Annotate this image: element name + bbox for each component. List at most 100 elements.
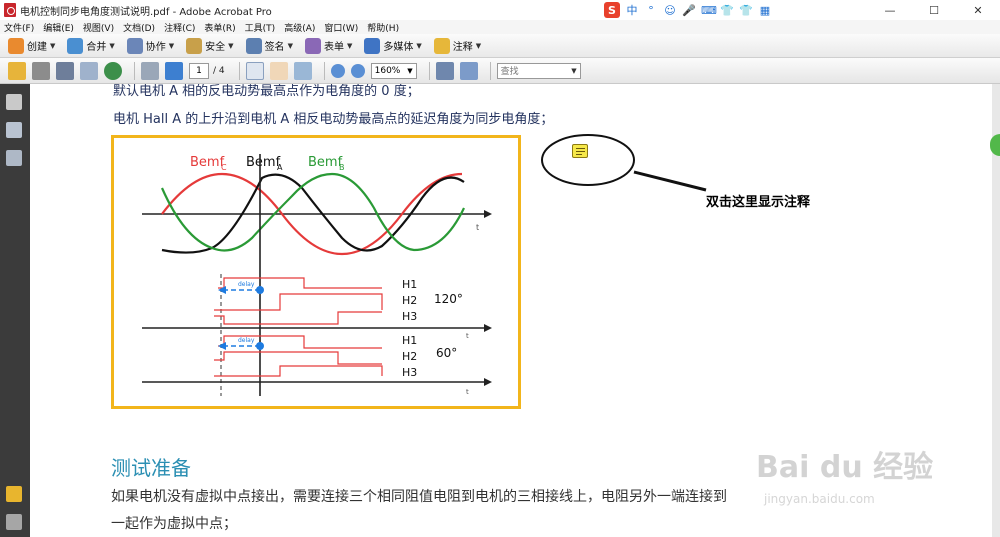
baidu-watermark: Bai du 经验 xyxy=(756,450,934,485)
ime-punct-icon[interactable]: ° xyxy=(644,4,658,17)
form-icon xyxy=(304,37,321,54)
comment-note-icon[interactable] xyxy=(572,144,588,158)
chevron-down-icon: ▼ xyxy=(287,41,293,50)
menu-comments[interactable]: 注释(C) xyxy=(160,21,200,34)
section-heading: 测试准备 xyxy=(111,456,191,480)
t-label: t xyxy=(466,332,469,340)
comments-panel-icon[interactable] xyxy=(6,486,22,502)
chevron-down-icon: ▼ xyxy=(109,41,115,50)
menu-view[interactable]: 视图(V) xyxy=(79,21,119,34)
secure-button[interactable]: 安全 ▼ xyxy=(186,37,234,54)
ime-skin-icon[interactable]: 👕 xyxy=(720,4,734,17)
find-input[interactable]: 查找 ▼ xyxy=(496,62,581,79)
toolbar-divider xyxy=(428,61,430,80)
doc-text-line2: 电机 Hall A 的上升沿到电机 A 相反电动势最高点的延迟角度为同步电角度； xyxy=(113,112,554,127)
sign-button[interactable]: 签名 ▼ xyxy=(245,37,293,54)
menu-file[interactable]: 文件(F) xyxy=(0,21,39,34)
signatures-icon[interactable] xyxy=(6,150,22,166)
bemf-c-label: Bemf xyxy=(190,155,225,170)
zoom-out-icon[interactable] xyxy=(330,63,345,78)
chevron-down-icon: ▼ xyxy=(571,66,577,75)
attachment-icon[interactable] xyxy=(6,514,22,530)
toolbar-divider xyxy=(489,61,491,80)
acrobat-app-icon xyxy=(4,3,16,17)
bemf-b-label: Bemf xyxy=(308,155,343,170)
bookmarks-icon[interactable] xyxy=(6,122,22,138)
select-text-icon[interactable] xyxy=(245,61,264,80)
prev-page-icon[interactable] xyxy=(141,61,159,80)
lock-icon xyxy=(186,37,203,54)
bemf-a-label: Bemf xyxy=(246,155,281,170)
arrow-icon xyxy=(484,210,492,218)
email-icon[interactable] xyxy=(80,61,98,80)
zoom-tool-icon[interactable] xyxy=(293,61,312,80)
ime-keyboard-icon[interactable]: ⌨ xyxy=(701,4,717,17)
arrow-icon xyxy=(218,286,226,294)
document-view[interactable]: 默认电机 A 相的反电动势最高点作为电角度的 0 度； 电机 Hall A 的上… xyxy=(30,84,992,537)
bemf-c-wave-pad xyxy=(162,174,222,198)
ime-voice-icon[interactable]: 🎤 xyxy=(682,4,696,17)
zoom-select[interactable]: 160% ▼ xyxy=(370,62,417,79)
fit-page-icon[interactable] xyxy=(435,61,454,80)
hand-tool-icon[interactable] xyxy=(269,61,288,80)
globe-icon[interactable] xyxy=(104,61,122,80)
ime-chinese-mode[interactable]: 中 xyxy=(625,2,639,18)
menu-help[interactable]: 帮助(H) xyxy=(363,21,404,34)
doc-text-line1: 默认电机 A 相的反电动势最高点作为电角度的 0 度； xyxy=(113,84,420,99)
next-page-icon[interactable] xyxy=(165,61,183,80)
menu-window[interactable]: 窗口(W) xyxy=(320,21,363,34)
h2-120-trace xyxy=(214,293,383,311)
ime-skin2-icon[interactable]: 👕 xyxy=(739,4,753,17)
comment-icon xyxy=(433,37,450,54)
close-button[interactable]: ✕ xyxy=(956,0,1000,20)
collaborate-button[interactable]: 协作 ▼ xyxy=(126,37,174,54)
save-icon[interactable] xyxy=(56,61,74,80)
multimedia-button[interactable]: 多媒体 ▼ xyxy=(364,37,422,54)
h1-label-60: H1 xyxy=(402,334,417,347)
ime-grid-icon[interactable]: ▦ xyxy=(758,4,772,17)
waveform-figure: t Bemf C Bemf A Bemf B H1 H2 H3 120° del… xyxy=(111,135,521,409)
zoom-in-icon[interactable] xyxy=(350,63,365,78)
bemf-a-sub: A xyxy=(277,163,283,172)
create-button[interactable]: 创建 ▼ xyxy=(8,37,55,54)
navigation-toolbar: 1 / 4 160% ▼ 查找 ▼ xyxy=(0,58,1000,84)
menu-document[interactable]: 文档(D) xyxy=(119,21,160,34)
arrow-icon xyxy=(484,378,492,386)
window-title: 电机控制同步电角度测试说明.pdf - Adobe Acrobat Pro xyxy=(20,6,272,18)
h3-120-trace xyxy=(214,311,382,325)
chevron-down-icon: ▼ xyxy=(407,66,413,75)
combine-button[interactable]: 合并 ▼ xyxy=(67,37,115,54)
menu-forms[interactable]: 表单(R) xyxy=(200,21,240,34)
minimize-button[interactable]: — xyxy=(868,0,912,20)
toolbar-divider xyxy=(323,61,325,80)
multimedia-icon xyxy=(364,37,381,54)
ime-toolbar[interactable]: S 中 ° ☺ 🎤 ⌨ 👕 👕 ▦ xyxy=(604,2,772,18)
t-label: t xyxy=(466,388,469,396)
comment-button[interactable]: 注释 ▼ xyxy=(433,37,481,54)
callout-line xyxy=(633,170,707,192)
open-folder-icon[interactable] xyxy=(8,61,26,80)
title-bar: 电机控制同步电角度测试说明.pdf - Adobe Acrobat Pro xyxy=(0,0,1000,20)
menu-advanced[interactable]: 高级(A) xyxy=(280,21,320,34)
chevron-down-icon: ▼ xyxy=(416,41,422,50)
t-label: t xyxy=(476,223,479,232)
pages-icon[interactable] xyxy=(6,94,22,110)
doc-paragraph-line2: 一起作为虚拟中点； xyxy=(111,516,237,532)
page-number-input[interactable]: 1 xyxy=(189,62,209,79)
create-icon xyxy=(8,37,24,54)
sogou-logo-icon[interactable]: S xyxy=(604,2,620,18)
ime-emoji-icon[interactable]: ☺ xyxy=(663,4,677,17)
maximize-button[interactable]: ☐ xyxy=(912,0,956,20)
pen-icon xyxy=(245,37,262,54)
annotation-hint-text: 双击这里显示注释 xyxy=(706,195,811,210)
print-icon[interactable] xyxy=(32,61,50,80)
chevron-down-icon: ▼ xyxy=(346,41,353,50)
menu-tools[interactable]: 工具(T) xyxy=(241,21,281,34)
fit-width-icon[interactable] xyxy=(459,61,478,80)
arrow-icon xyxy=(484,324,492,332)
forms-button[interactable]: 表单 ▼ xyxy=(304,37,353,54)
menu-edit[interactable]: 编辑(E) xyxy=(39,21,79,34)
tasks-toolbar: 创建 ▼ 合并 ▼ 协作 ▼ 安全 ▼ 签名 ▼ 表单 ▼ 多媒体 ▼ 注释 ▼ xyxy=(0,34,1000,58)
arrow-icon xyxy=(218,342,226,350)
page-total: / 4 xyxy=(213,65,225,76)
